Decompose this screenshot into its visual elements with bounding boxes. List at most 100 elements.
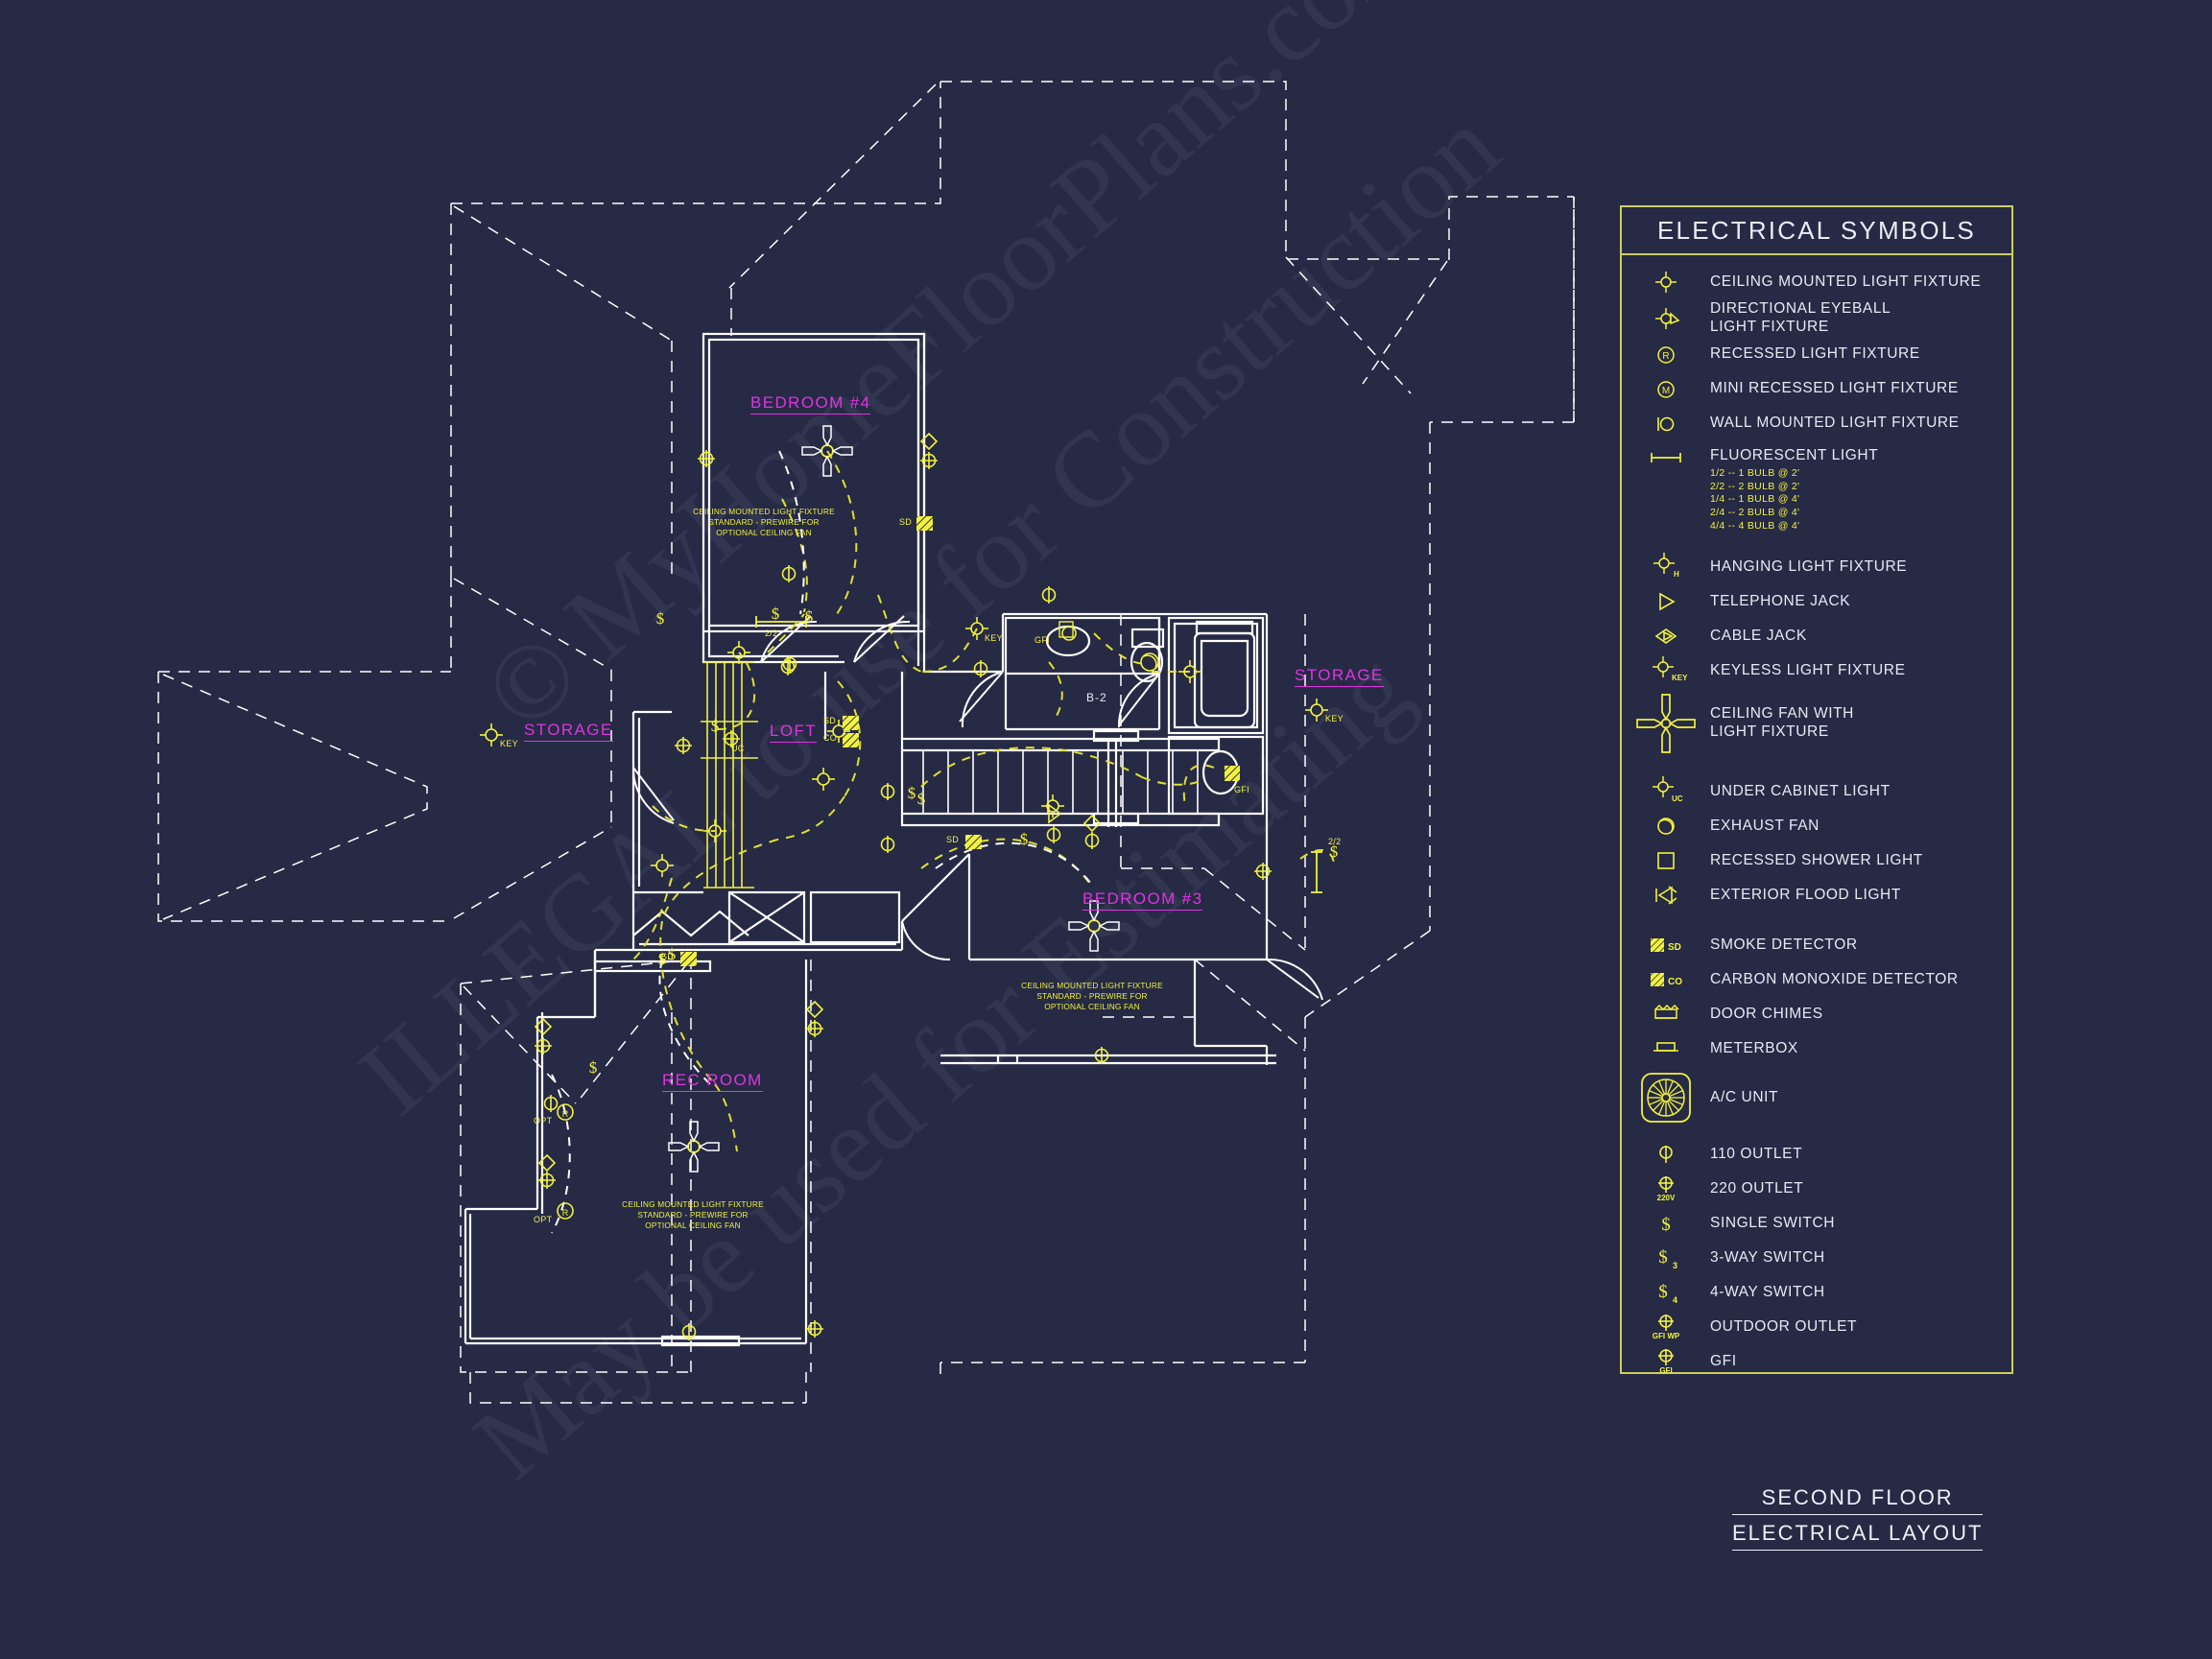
legend-label: DIRECTIONAL EYEBALL LIGHT FIXTURE [1710, 300, 1891, 337]
plan-electrical-symbols: $ $ $ $ $ $ $ $ $ $ $ R R [479, 425, 1338, 1341]
legend-label: GFI [1710, 1352, 1737, 1369]
legend-item-recessed-shower-light[interactable]: RECESSED SHOWER LIGHT [1622, 843, 2011, 878]
legend-item-110-outlet[interactable]: 110 OUTLET [1622, 1137, 2011, 1172]
recessed-light-icon: R [1622, 341, 1710, 369]
legend-item-smoke-detector[interactable]: SD SMOKE DETECTOR [1622, 928, 2011, 962]
svg-text:R: R [1662, 351, 1669, 362]
legend-item-ceiling-fan[interactable]: CEILING FAN WITH LIGHT FIXTURE [1622, 688, 2011, 759]
legend-label: TELEPHONE JACK [1710, 592, 1851, 609]
legend-item-exterior-flood-light[interactable]: EXTERIOR FLOOD LIGHT [1622, 878, 2011, 912]
legend-label: SINGLE SWITCH [1710, 1214, 1836, 1231]
legend-item-meterbox[interactable]: METERBOX [1622, 1031, 2011, 1066]
legend-label: EXHAUST FAN [1710, 817, 1820, 834]
legend-item-under-cabinet-light[interactable]: UC UNDER CABINET LIGHT [1622, 774, 2011, 809]
telephone-jack-icon [1622, 589, 1710, 614]
legend-label: RECESSED LIGHT FIXTURE [1710, 345, 1920, 363]
legend-item-exhaust-fan[interactable]: EXHAUST FAN [1622, 809, 2011, 843]
svg-text:$: $ [917, 790, 926, 808]
ceiling-fan-note-bedroom-4: CEILING MOUNTED LIGHT FIXTURE STANDARD -… [687, 507, 841, 537]
legend-item-3-way-switch[interactable]: $3 3-WAY SWITCH [1622, 1241, 2011, 1275]
electrical-symbols-legend: ELECTRICAL SYMBOLS CEILING MOUNTED LIGHT… [1620, 205, 2013, 1375]
fluorescent-light-icon [1622, 447, 1710, 465]
legend-item-fluorescent-light[interactable]: FLUORESCENT LIGHT 1/2 -- 1 BULB @ 2' 2/2… [1622, 441, 2011, 534]
legend-label: OUTDOOR OUTLET [1710, 1317, 1858, 1335]
legend-item-directional-eyeball-light[interactable]: DIRECTIONAL EYEBALL LIGHT FIXTURE [1622, 299, 2011, 338]
tag-smoke-detector-rec: SD [661, 952, 675, 961]
note-line-1: CEILING MOUNTED LIGHT FIXTURE [622, 1199, 764, 1209]
legend-label-line2: LIGHT FIXTURE [1710, 723, 1829, 741]
legend-item-keyless-light[interactable]: KEY KEYLESS LIGHT FIXTURE [1622, 653, 2011, 688]
svg-text:$: $ [656, 609, 665, 628]
single-switch-icon: $ [1622, 1210, 1710, 1237]
ceiling-fan-icon [1622, 689, 1710, 758]
outlet-220-icon: 220V [1622, 1173, 1710, 1204]
svg-text:GFI WP: GFI WP [1653, 1332, 1680, 1340]
legend-label: EXTERIOR FLOOD LIGHT [1710, 886, 1901, 903]
legend-item-ceiling-mounted-light[interactable]: CEILING MOUNTED LIGHT FIXTURE [1622, 265, 2011, 299]
room-label-bedroom-3: BEDROOM #3 [1082, 889, 1203, 911]
tag-gfi-closet: GFI [1234, 785, 1249, 794]
legend-label-line1: DIRECTIONAL EYEBALL [1710, 300, 1891, 317]
legend-label: DOOR CHIMES [1710, 1005, 1823, 1022]
ceiling-fan-note-bedroom-3: CEILING MOUNTED LIGHT FIXTURE STANDARD -… [1015, 981, 1169, 1011]
tag-smoke-detector-bed4: SD [899, 517, 913, 527]
room-label-rec-room: REC ROOM [662, 1071, 763, 1092]
legend-item-gfi[interactable]: GFI GFI [1622, 1344, 2011, 1379]
legend-label: CABLE JACK [1710, 627, 1807, 644]
sheet-title-line-1: SECOND FLOOR [1732, 1482, 1984, 1515]
fluorescent-subline-2: 2/2 -- 2 BULB @ 2' [1710, 480, 1800, 492]
note-line-1: CEILING MOUNTED LIGHT FIXTURE [1021, 981, 1163, 990]
loft-rail [703, 661, 754, 889]
legend-item-wall-mounted-light[interactable]: WALL MOUNTED LIGHT FIXTURE [1622, 407, 2011, 441]
svg-text:$: $ [1020, 830, 1029, 848]
legend-item-mini-recessed-light[interactable]: M MINI RECESSED LIGHT FIXTURE [1622, 372, 2011, 407]
legend-item-hanging-light[interactable]: H HANGING LIGHT FIXTURE [1622, 550, 2011, 584]
sheet-title-block: SECOND FLOOR ELECTRICAL LAYOUT [1732, 1482, 1984, 1551]
room-label-storage-right: STORAGE [1295, 666, 1384, 687]
svg-text:3: 3 [1673, 1261, 1677, 1270]
legend-label: CARBON MONOXIDE DETECTOR [1710, 970, 1959, 987]
exhaust-fan-icon [1622, 813, 1710, 840]
legend-spacer-3 [1622, 912, 2011, 928]
four-way-switch-icon: $4 [1622, 1278, 1710, 1307]
mini-recessed-light-icon: M [1622, 375, 1710, 404]
legend-label: HANGING LIGHT FIXTURE [1710, 557, 1908, 575]
outlet-110-icon [1622, 1141, 1710, 1168]
room-label-loft: LOFT [770, 722, 818, 743]
legend-item-ac-unit[interactable]: A/C UNIT [1622, 1066, 2011, 1129]
legend-item-carbon-monoxide-detector[interactable]: CO CARBON MONOXIDE DETECTOR [1622, 962, 2011, 997]
room-label-storage-left: STORAGE [524, 721, 613, 742]
legend-item-door-chimes[interactable]: DOOR CHIMES [1622, 997, 2011, 1031]
exterior-flood-light-icon [1622, 882, 1710, 909]
legend-label: WALL MOUNTED LIGHT FIXTURE [1710, 415, 1960, 432]
tag-gfi-bath2-vanity: GFI [1035, 635, 1050, 645]
legend-item-220-outlet[interactable]: 220V 220 OUTLET [1622, 1172, 2011, 1206]
walls [464, 332, 1276, 1347]
ceiling-fan-note-rec-room: CEILING MOUNTED LIGHT FIXTURE STANDARD -… [616, 1199, 770, 1230]
legend-item-cable-jack[interactable]: CABLE JACK [1622, 619, 2011, 653]
svg-text:CO: CO [1668, 977, 1682, 987]
fluorescent-subline-4: 2/4 -- 2 BULB @ 4' [1710, 507, 1800, 519]
svg-text:UC: UC [1672, 794, 1683, 803]
legend-label: 220 OUTLET [1710, 1179, 1804, 1197]
legend-item-single-switch[interactable]: $ SINGLE SWITCH [1622, 1206, 2011, 1241]
under-cabinet-strip [701, 721, 758, 759]
legend-items: CEILING MOUNTED LIGHT FIXTURE DIRECTIONA… [1622, 255, 2011, 1379]
legend-item-recessed-light[interactable]: R RECESSED LIGHT FIXTURE [1622, 338, 2011, 372]
legend-item-telephone-jack[interactable]: TELEPHONE JACK [1622, 584, 2011, 619]
note-line-2: STANDARD - PREWIRE FOR [637, 1209, 749, 1220]
legend-item-outdoor-outlet[interactable]: GFI WP OUTDOOR OUTLET [1622, 1310, 2011, 1344]
fluorescent-subline-3: 1/4 -- 1 BULB @ 4' [1710, 493, 1800, 506]
note-line-2: STANDARD - PREWIRE FOR [1036, 990, 1148, 1001]
legend-label: CEILING FAN WITH LIGHT FIXTURE [1710, 705, 1854, 742]
carbon-monoxide-detector-icon: CO [1622, 968, 1710, 991]
svg-text:SD: SD [1668, 942, 1681, 953]
tag-opt-recessed-1: OPT [534, 1116, 553, 1126]
sheet-title-line-2: ELECTRICAL LAYOUT [1732, 1518, 1984, 1551]
smoke-detector-icon: SD [1622, 934, 1710, 957]
legend-label: 110 OUTLET [1710, 1145, 1803, 1162]
legend-item-4-way-switch[interactable]: $4 4-WAY SWITCH [1622, 1275, 2011, 1310]
svg-text:H: H [1674, 570, 1679, 579]
legend-spacer-4 [1622, 1129, 2011, 1137]
svg-text:$: $ [589, 1058, 598, 1077]
